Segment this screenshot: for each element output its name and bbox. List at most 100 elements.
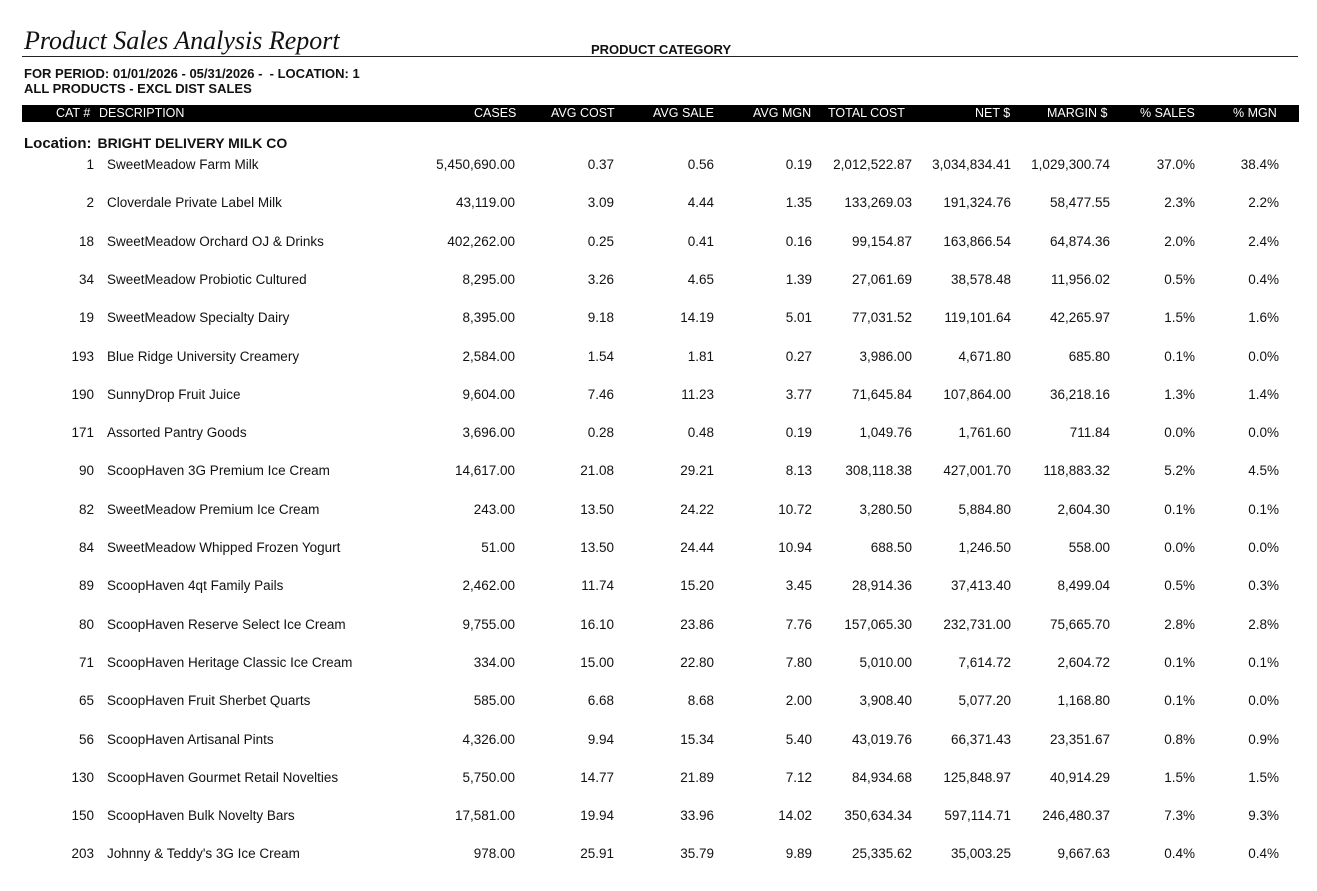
table-row: 34 SweetMeadow Probiotic Cultured 8,295.00…: [0, 272, 1317, 292]
cell-net: 107,864.00: [943, 386, 1011, 402]
col-description: DESCRIPTION: [99, 106, 185, 120]
cell-pct-mgn: 9.3%: [1248, 808, 1279, 824]
cell-avg-cost: 13.50: [580, 501, 614, 517]
table-row: 190 SunnyDrop Fruit Juice 9,604.00 7.46 11.2…: [0, 387, 1317, 407]
cell-cases: 8,295.00: [462, 271, 515, 287]
cell-description: ScoopHaven Heritage Classic Ice Cream: [107, 654, 353, 670]
cell-cat: 90: [78, 463, 94, 479]
cell-margin: 118,883.32: [1043, 463, 1110, 479]
cell-margin: 36,218.16: [1049, 386, 1110, 402]
cell-pct-sales: 7.3%: [1164, 808, 1195, 824]
col-avg-sale: AVG SALE: [653, 106, 714, 120]
cell-total-cost: 350,634.34: [844, 808, 912, 824]
table-row: 80 ScoopHaven Reserve Select Ice Cream 9,7…: [0, 617, 1317, 637]
cell-pct-sales: 1.5%: [1164, 310, 1195, 326]
cell-avg-cost: 9.18: [587, 310, 614, 326]
cell-cases: 334.00: [473, 654, 515, 670]
cell-net: 3,034,834.41: [932, 157, 1011, 172]
period-line-2: ALL PRODUCTS - EXCL DIST SALES: [24, 81, 252, 96]
cell-pct-mgn: 0.9%: [1248, 731, 1279, 747]
cell-net: 35,003.25: [950, 846, 1011, 862]
table-row: 1 SweetMeadow Farm Milk 5,450,690.00 0.37 0.…: [0, 157, 1317, 177]
cell-cases: 4,326.00: [462, 731, 515, 747]
cell-cat: 84: [78, 540, 94, 555]
cell-pct-mgn: 0.0%: [1248, 348, 1279, 364]
cell-avg-cost: 7.46: [587, 386, 614, 402]
cell-cases: 585.00: [473, 693, 515, 709]
cell-net: 37,413.40: [950, 578, 1011, 594]
cell-description: Assorted Pantry Goods: [107, 425, 247, 441]
cell-avg-mgn: 7.80: [785, 654, 812, 670]
cell-net: 1,246.50: [958, 540, 1011, 555]
col-pct-mgn: % MGN: [1233, 106, 1277, 120]
table-row: 56 ScoopHaven Artisanal Pints 4,326.00 9.94…: [0, 732, 1317, 752]
cell-cases: 8,395.00: [462, 310, 515, 326]
cell-net: 5,884.80: [958, 501, 1011, 517]
cell-net: 597,114.71: [944, 808, 1011, 824]
cell-total-cost: 28,914.36: [851, 578, 912, 594]
cell-total-cost: 3,986.00: [859, 348, 912, 364]
cell-total-cost: 688.50: [870, 540, 912, 555]
cell-description: SweetMeadow Farm Milk: [107, 157, 259, 172]
cell-pct-mgn: 1.4%: [1248, 386, 1279, 402]
cell-total-cost: 84,934.68: [851, 769, 912, 785]
table-row: 18 SweetMeadow Orchard OJ & Drinks 402,262…: [0, 234, 1317, 254]
cell-avg-mgn: 10.94: [778, 540, 812, 555]
table-row: 65 ScoopHaven Fruit Sherbet Quarts 585.00 6…: [0, 693, 1317, 713]
cell-avg-mgn: 1.35: [785, 195, 812, 211]
cell-avg-mgn: 8.13: [785, 463, 812, 479]
cell-description: SweetMeadow Specialty Dairy: [107, 310, 290, 326]
cell-pct-mgn: 0.0%: [1248, 425, 1279, 441]
location-name: BRIGHT DELIVERY MILK CO: [97, 135, 288, 151]
table-row: 19 SweetMeadow Specialty Dairy 8,395.00 9.1…: [0, 310, 1317, 330]
cell-avg-sale: 0.41: [687, 233, 714, 249]
col-cat: CAT #: [56, 106, 91, 120]
col-total-cost: TOTAL COST: [828, 106, 905, 120]
cell-cases: 5,450,690.00: [436, 157, 515, 172]
table-row: 171 Assorted Pantry Goods 3,696.00 0.28 0.48…: [0, 425, 1317, 445]
cell-pct-mgn: 2.4%: [1248, 233, 1279, 249]
cell-pct-sales: 0.1%: [1164, 654, 1195, 670]
cell-cases: 2,462.00: [462, 578, 515, 594]
location-heading: Location: BRIGHT DELIVERY MILK CO: [24, 135, 287, 152]
cell-avg-mgn: 2.00: [785, 693, 812, 709]
cell-net: 191,324.76: [943, 195, 1011, 211]
cell-avg-cost: 6.68: [587, 693, 614, 709]
cell-description: SweetMeadow Orchard OJ & Drinks: [107, 233, 324, 249]
cell-avg-cost: 19.94: [580, 808, 614, 824]
column-header-bar: CAT # DESCRIPTION CASES AVG COST AVG SAL…: [22, 105, 1299, 122]
cell-margin: 2,604.72: [1057, 654, 1110, 670]
cell-avg-mgn: 9.89: [785, 846, 812, 862]
cell-avg-cost: 9.94: [587, 731, 614, 747]
table-row: 71 ScoopHaven Heritage Classic Ice Cream 3…: [0, 655, 1317, 675]
cell-avg-sale: 0.48: [687, 425, 714, 441]
cell-net: 66,371.43: [950, 731, 1011, 747]
cell-avg-cost: 3.09: [587, 195, 614, 211]
cell-margin: 1,168.80: [1057, 693, 1110, 709]
cell-cases: 402,262.00: [447, 233, 515, 249]
cell-margin: 246,480.37: [1042, 808, 1110, 824]
cell-avg-sale: 11.23: [681, 386, 714, 402]
cell-pct-mgn: 2.2%: [1248, 195, 1279, 211]
cell-description: Blue Ridge University Creamery: [107, 348, 300, 364]
cell-total-cost: 1,049.76: [859, 425, 912, 441]
cell-avg-sale: 24.44: [680, 540, 714, 555]
table-row: 150 ScoopHaven Bulk Novelty Bars 17,581.00…: [0, 808, 1317, 828]
cell-total-cost: 2,012,522.87: [833, 157, 912, 172]
cell-avg-cost: 16.10: [580, 616, 614, 632]
cell-cat: 130: [71, 769, 94, 785]
cell-cat: 80: [78, 616, 94, 632]
cell-cat: 19: [78, 310, 94, 326]
cell-cases: 978.00: [473, 846, 515, 862]
cell-description: Cloverdale Private Label Milk: [107, 195, 282, 211]
cell-pct-mgn: 0.4%: [1248, 846, 1279, 862]
cell-avg-cost: 15.00: [580, 654, 614, 670]
table-row: 193 Blue Ridge University Creamery 2,584.0…: [0, 349, 1317, 369]
cell-cases: 243.00: [473, 501, 515, 517]
cell-description: ScoopHaven 3G Premium Ice Cream: [107, 463, 330, 479]
cell-avg-mgn: 0.19: [785, 157, 812, 172]
cell-cases: 9,755.00: [462, 616, 515, 632]
cell-net: 125,848.97: [943, 769, 1011, 785]
cell-pct-sales: 0.1%: [1164, 501, 1195, 517]
cell-margin: 711.84: [1069, 425, 1110, 441]
